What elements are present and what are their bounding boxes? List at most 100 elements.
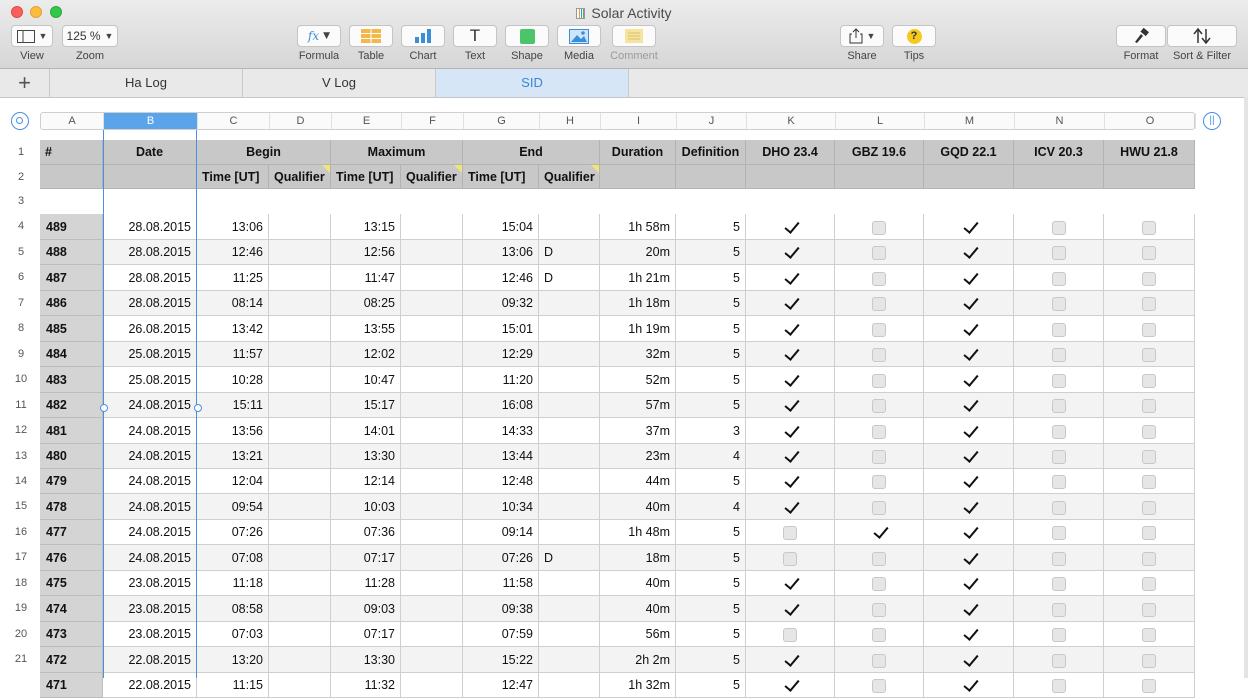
duration-cell[interactable]: 1h 58m: [600, 214, 676, 240]
row-id[interactable]: 482: [40, 393, 103, 418]
max-time-cell[interactable]: 13:30: [331, 647, 401, 673]
max-time-cell[interactable]: 15:17: [331, 393, 401, 418]
row-number[interactable]: 16: [10, 520, 32, 545]
definition-cell[interactable]: 5: [676, 520, 746, 545]
max-qualifier-cell[interactable]: [401, 494, 463, 520]
definition-cell[interactable]: 5: [676, 393, 746, 418]
checkbox[interactable]: [783, 501, 797, 515]
checkbox[interactable]: [872, 576, 886, 591]
checkbox[interactable]: [1142, 347, 1156, 362]
share-button[interactable]: ▼: [840, 25, 884, 47]
row-id[interactable]: 483: [40, 367, 103, 393]
header-end-time[interactable]: Time [UT]: [463, 165, 539, 189]
end-qualifier-cell[interactable]: [539, 647, 600, 673]
checkbox[interactable]: [872, 526, 886, 540]
end-qualifier-cell[interactable]: [539, 444, 600, 469]
definition-cell[interactable]: 5: [676, 291, 746, 316]
duration-cell[interactable]: 57m: [600, 393, 676, 418]
checkbox[interactable]: [1051, 500, 1066, 515]
header-gbz[interactable]: GBZ 19.6: [835, 140, 924, 165]
max-time-cell[interactable]: 12:56: [331, 240, 401, 265]
date-cell[interactable]: 28.08.2015: [103, 291, 197, 316]
column-header-k[interactable]: K: [747, 113, 836, 129]
end-time-cell[interactable]: 12:46: [463, 265, 539, 291]
end-qualifier-cell[interactable]: [539, 673, 600, 698]
date-cell[interactable]: 28.08.2015: [103, 265, 197, 291]
checkbox[interactable]: [962, 501, 976, 515]
definition-cell[interactable]: 5: [676, 545, 746, 571]
duration-cell[interactable]: 52m: [600, 367, 676, 393]
checkbox[interactable]: [962, 246, 976, 260]
zoom-select[interactable]: 125 % ▼: [62, 25, 118, 47]
date-cell[interactable]: 24.08.2015: [103, 444, 197, 469]
table-button[interactable]: [349, 25, 393, 47]
begin-qualifier-cell[interactable]: [269, 342, 331, 367]
row-number[interactable]: 8: [10, 316, 32, 341]
header-duration[interactable]: Duration: [600, 140, 676, 165]
comment-button[interactable]: [612, 25, 656, 47]
checkbox[interactable]: [1142, 373, 1156, 388]
begin-time-cell[interactable]: 07:03: [197, 622, 269, 647]
end-qualifier-cell[interactable]: [539, 367, 600, 393]
checkbox[interactable]: [783, 577, 797, 591]
header-begin-time[interactable]: Time [UT]: [197, 165, 269, 189]
row-number[interactable]: 13: [10, 444, 32, 469]
begin-qualifier-cell[interactable]: [269, 545, 331, 571]
duration-cell[interactable]: 37m: [600, 418, 676, 444]
definition-cell[interactable]: 5: [676, 214, 746, 240]
checkbox[interactable]: [1051, 373, 1066, 388]
column-header-h[interactable]: H: [540, 113, 601, 129]
begin-qualifier-cell[interactable]: [269, 596, 331, 622]
add-sheet-button[interactable]: +: [0, 69, 50, 97]
checkbox[interactable]: [962, 628, 976, 642]
row-id[interactable]: 477: [40, 520, 103, 545]
row-number[interactable]: 21: [10, 647, 32, 672]
checkbox[interactable]: [1142, 296, 1156, 311]
column-header-l[interactable]: L: [836, 113, 925, 129]
checkbox[interactable]: [783, 679, 797, 693]
max-qualifier-cell[interactable]: [401, 647, 463, 673]
checkbox[interactable]: [783, 551, 797, 566]
checkbox[interactable]: [1051, 398, 1066, 413]
checkbox[interactable]: [783, 475, 797, 489]
end-qualifier-cell[interactable]: D: [539, 545, 600, 571]
max-qualifier-cell[interactable]: [401, 596, 463, 622]
checkbox[interactable]: [1142, 424, 1156, 439]
begin-qualifier-cell[interactable]: [269, 393, 331, 418]
header-maximum[interactable]: Maximum: [331, 140, 463, 165]
max-qualifier-cell[interactable]: [401, 214, 463, 240]
begin-qualifier-cell[interactable]: [269, 240, 331, 265]
header-blank[interactable]: [103, 165, 197, 189]
duration-cell[interactable]: 1h 32m: [600, 673, 676, 698]
checkbox[interactable]: [1051, 551, 1066, 566]
row-id[interactable]: 484: [40, 342, 103, 367]
max-time-cell[interactable]: 13:30: [331, 444, 401, 469]
begin-qualifier-cell[interactable]: [269, 418, 331, 444]
checkbox[interactable]: [783, 374, 797, 388]
checkbox[interactable]: [1142, 474, 1156, 489]
checkbox[interactable]: [1142, 576, 1156, 591]
begin-qualifier-cell[interactable]: [269, 494, 331, 520]
begin-qualifier-cell[interactable]: [269, 214, 331, 240]
column-header-o[interactable]: O: [1105, 113, 1196, 129]
definition-cell[interactable]: 5: [676, 342, 746, 367]
column-header-b[interactable]: B: [104, 113, 198, 129]
max-time-cell[interactable]: 10:03: [331, 494, 401, 520]
checkbox[interactable]: [783, 627, 797, 642]
max-qualifier-cell[interactable]: [401, 265, 463, 291]
begin-time-cell[interactable]: 11:25: [197, 265, 269, 291]
table-select-button[interactable]: [11, 112, 29, 130]
header-blank[interactable]: [746, 165, 835, 189]
row-id[interactable]: 485: [40, 316, 103, 342]
checkbox[interactable]: [1142, 525, 1156, 540]
checkbox[interactable]: [962, 425, 976, 439]
scrollbar-track[interactable]: [1244, 97, 1248, 678]
row-number[interactable]: 10: [10, 367, 32, 392]
max-qualifier-cell[interactable]: [401, 393, 463, 418]
checkbox[interactable]: [962, 654, 976, 668]
checkbox[interactable]: [872, 653, 886, 668]
header-blank[interactable]: [1104, 165, 1195, 189]
row-number[interactable]: 14: [10, 469, 32, 494]
format-button[interactable]: [1116, 25, 1166, 47]
checkbox[interactable]: [872, 398, 886, 413]
